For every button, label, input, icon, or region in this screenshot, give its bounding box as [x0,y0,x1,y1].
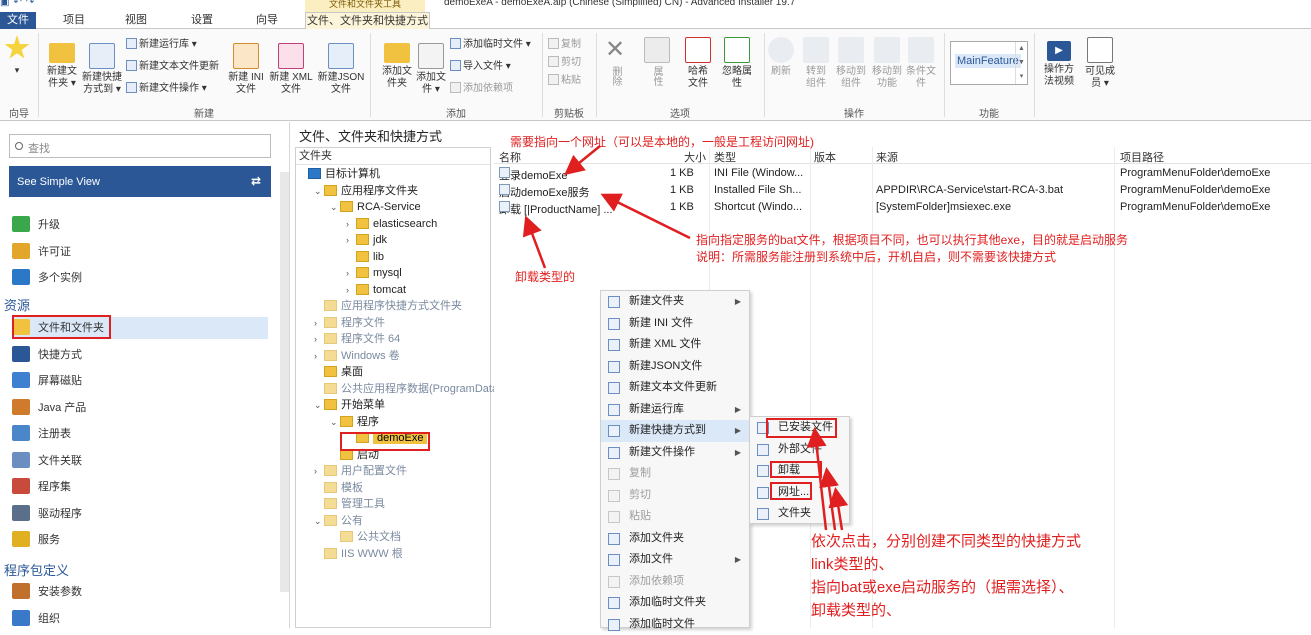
annotation-url-note: 需要指向一个网址（可以是本地的，一般是工程访问网址) [510,133,814,150]
arrow-to-uninstall [527,220,545,268]
arrow-to-url-item [836,492,842,530]
annotation-bat-note-2: 说明：所需服务能注册到系统中后，开机自启，则不需要该快捷方式 [696,248,1056,265]
annotation-click-note-3: 指向bat或exe启动服务的（据需选择）、 [811,576,1074,597]
annotation-uninstall-note: 卸载类型的 [515,268,575,285]
annotation-click-note-4: 卸载类型的、 [811,599,901,620]
annotation-bat-note-1: 指向指定服务的bat文件，根据项目不同，也可以执行其他exe，目的就是启动服务 [696,231,1128,248]
arrow-to-uninstall-item [827,472,835,530]
arrow-to-installed-file [815,432,826,530]
arrow-to-start-service [605,196,690,238]
annotation-click-note-2: link类型的、 [811,553,894,574]
annotation-click-note-1: 依次点击，分别创建不同类型的快捷方式 [811,530,1081,551]
annotation-arrows [0,0,1311,628]
